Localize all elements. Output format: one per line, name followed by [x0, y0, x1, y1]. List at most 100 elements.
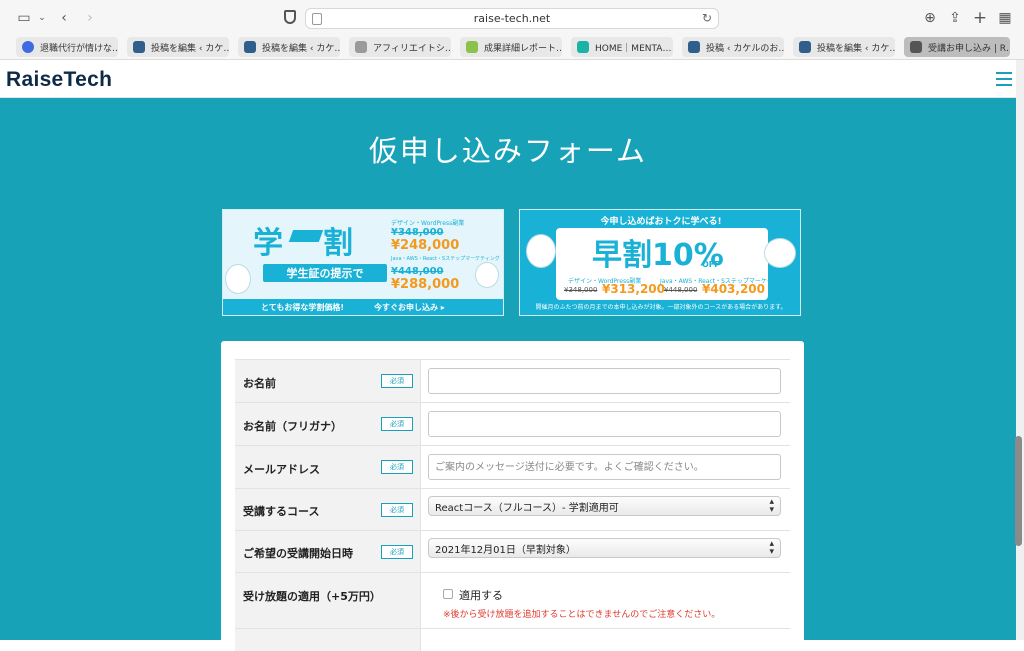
tab-label: HOME｜MENTA… [595, 43, 672, 54]
site-logo[interactable]: RaiseTech [6, 68, 112, 92]
price-label: Java・AWS・React・Sステップマーケティング [391, 256, 500, 262]
field-label: 受け放題の適用（+5万円） [243, 590, 381, 603]
unlimited-checkbox[interactable] [443, 589, 453, 599]
field-label-cell: 受け放題の適用（+5万円） [235, 573, 421, 628]
old-price: ¥348,000 [391, 227, 444, 238]
tab-favicon-icon [910, 41, 922, 53]
tab-label: 投稿を編集 ‹ カケ… [817, 43, 895, 54]
banner-headline: 今申し込めばおトクに学べる! [600, 217, 722, 227]
forward-button[interactable]: › [80, 8, 100, 28]
name-kana-input[interactable] [428, 411, 781, 437]
price-label: デザイン・WordPress副業 [391, 220, 465, 227]
scrollbar-track[interactable] [1016, 60, 1024, 640]
old-price: ¥348,000 [564, 286, 598, 294]
off-label: OFF [702, 260, 720, 269]
checkbox-label[interactable]: 適用する [459, 587, 503, 603]
graduation-cap-icon [288, 230, 324, 242]
tab-label: アフィリエイトシ… [373, 43, 451, 54]
browser-tab[interactable]: 成果詳細レポート… [460, 37, 562, 57]
select-value: 2021年12月01日（早割対象） [435, 544, 576, 556]
select-arrows-icon: ▴ ▾ [769, 497, 774, 515]
share-icon[interactable]: ⇪ [945, 8, 965, 28]
new-price: ¥313,200 [602, 282, 666, 296]
tab-label: 退職代行が情けな… [40, 43, 118, 54]
sidebar-toggle-icon[interactable]: ▭ [14, 8, 34, 28]
required-badge: 必須 [381, 460, 413, 474]
required-badge: 必須 [381, 503, 413, 517]
tab-favicon-icon [466, 41, 478, 53]
early-discount-banner[interactable]: 今申し込めばおトクに学べる! 早割10% OFF デザイン・WordPress副… [519, 209, 801, 316]
back-button[interactable]: ‹ [54, 8, 74, 28]
privacy-shield-icon[interactable] [284, 10, 296, 24]
course-select[interactable]: Reactコース（フルコース）- 学割適用可 ▴ ▾ [428, 496, 781, 516]
field-label: メールアドレス [243, 463, 320, 476]
old-price: ¥448,000 [391, 266, 444, 277]
browser-tab[interactable]: HOME｜MENTA… [571, 37, 673, 57]
page-title: 仮申し込みフォーム [368, 134, 648, 168]
form-row-start-date: ご希望の受講開始日時 必須 2021年12月01日（早割対象） ▴ ▾ [235, 530, 790, 572]
email-input[interactable] [428, 454, 781, 480]
new-price: ¥288,000 [391, 277, 460, 292]
scrollbar-thumb[interactable] [1015, 436, 1022, 546]
page-icon [312, 13, 322, 25]
field-label: お名前 [243, 377, 276, 390]
mascot-icon [764, 238, 796, 268]
form-row-email: メールアドレス 必須 [235, 445, 790, 488]
field-label-cell [235, 629, 421, 651]
select-value: Reactコース（フルコース）- 学割適用可 [435, 502, 619, 514]
field-label: ご希望の受講開始日時 [243, 547, 353, 560]
name-input[interactable] [428, 368, 781, 394]
browser-tab[interactable]: アフィリエイトシ… [349, 37, 451, 57]
field-label: お名前（フリガナ） [243, 420, 342, 433]
field-label-cell: お名前（フリガナ） 必須 [235, 403, 421, 445]
hamburger-menu-icon[interactable] [996, 72, 1012, 86]
browser-tab[interactable]: 投稿を編集 ‹ カケ… [238, 37, 340, 57]
start-date-select[interactable]: 2021年12月01日（早割対象） ▴ ▾ [428, 538, 781, 558]
url-text: raise-tech.net [473, 12, 551, 25]
tab-label: 成果詳細レポート… [484, 43, 562, 54]
student-discount-banner[interactable]: 学割 デザイン・WordPress副業 ¥348,000 ¥248,000 Ja… [222, 209, 504, 316]
tab-label: 投稿 ‹ カケルのお… [706, 43, 784, 54]
mascot-icon [225, 264, 251, 294]
tab-overview-icon[interactable]: ▦ [995, 8, 1015, 28]
field-label-cell: メールアドレス 必須 [235, 446, 421, 488]
old-price: ¥448,000 [664, 286, 698, 294]
new-tab-icon[interactable]: + [970, 8, 990, 28]
tab-favicon-icon [22, 41, 34, 53]
apply-now-link[interactable]: 今すぐお申し込み ▸ [374, 302, 445, 313]
new-price: ¥248,000 [391, 238, 460, 253]
field-label-cell: 受講するコース 必須 [235, 489, 421, 530]
tab-label: 投稿を編集 ‹ カケ… [262, 43, 340, 54]
new-price: ¥403,200 [702, 282, 766, 296]
tab-favicon-icon [799, 41, 811, 53]
tab-favicon-icon [244, 41, 256, 53]
tab-favicon-icon [577, 41, 589, 53]
person-character-icon [526, 234, 556, 268]
form-row-unlimited: 受け放題の適用（+5万円） 適用する ※後から受け放題を追加することはできません… [235, 572, 790, 628]
form-row-name-kana: お名前（フリガナ） 必須 [235, 402, 790, 445]
banner-title: 学割 [253, 226, 393, 261]
tab-label: 受講お申し込み | R… [928, 43, 1010, 54]
field-label: 受講するコース [243, 505, 320, 518]
address-bar[interactable]: raise-tech.net ↻ [305, 8, 719, 29]
banner-note: 開催月のふたつ前の月までの本申し込みが対象。一部対象外のコースがある場合がありま… [535, 304, 787, 311]
banner-subtitle: 学生証の提示で [263, 264, 387, 282]
required-badge: 必須 [381, 417, 413, 431]
site-header: RaiseTech [0, 60, 1016, 98]
browser-tab[interactable]: 投稿を編集 ‹ カケ… [127, 37, 229, 57]
field-label-cell: お名前 必須 [235, 360, 421, 402]
main-content: 仮申し込みフォーム 学割 デザイン・WordPress副業 ¥348,000 ¥… [0, 98, 1016, 651]
form-row-name: お名前 必須 [235, 359, 790, 402]
tab-favicon-icon [355, 41, 367, 53]
browser-tab[interactable]: 投稿 ‹ カケルのお… [682, 37, 784, 57]
banner-footer: とてもお得な学割価格! 今すぐお申し込み ▸ [223, 299, 503, 315]
select-arrows-icon: ▴ ▾ [769, 539, 774, 557]
student-character-icon [475, 262, 499, 288]
download-icon[interactable]: ⊕ [920, 8, 940, 28]
reload-icon[interactable]: ↻ [702, 11, 712, 25]
browser-tab[interactable]: 退職代行が情けな… [16, 37, 118, 57]
browser-tab-active[interactable]: 受講お申し込み | R… [904, 37, 1010, 57]
browser-tab[interactable]: 投稿を編集 ‹ カケ… [793, 37, 895, 57]
browser-toolbar: ▭ ⌄ ‹ › raise-tech.net ↻ ⊕ ⇪ + ▦ [0, 0, 1024, 35]
chevron-down-icon[interactable]: ⌄ [32, 8, 52, 28]
